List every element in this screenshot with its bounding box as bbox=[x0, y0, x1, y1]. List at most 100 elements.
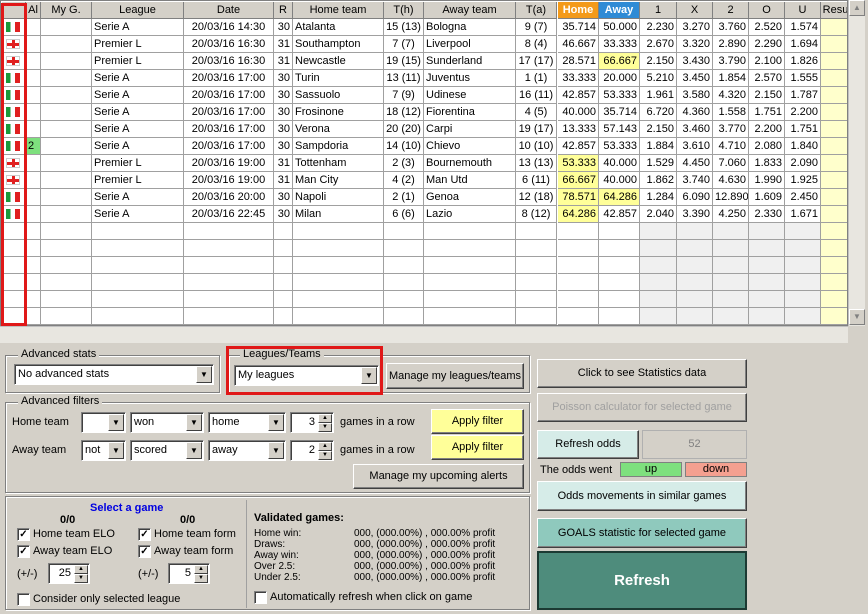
table-cell[interactable]: 19 (15) bbox=[384, 53, 424, 70]
table-cell[interactable]: 20/03/16 16:30 bbox=[184, 36, 274, 53]
flag-cell[interactable] bbox=[2, 53, 26, 70]
table-cell[interactable]: 40.000 bbox=[599, 155, 640, 172]
table-cell[interactable]: Serie A bbox=[92, 138, 184, 155]
table-cell[interactable]: 7 (9) bbox=[384, 87, 424, 104]
table-cell[interactable]: 3.770 bbox=[713, 121, 749, 138]
table-cell[interactable]: Carpi bbox=[424, 121, 516, 138]
table-cell[interactable]: 2.570 bbox=[749, 70, 785, 87]
home-what-select[interactable]: won ▼ bbox=[130, 412, 204, 433]
scroll-down-icon[interactable]: ▼ bbox=[849, 309, 865, 325]
table-cell[interactable]: 2.230 bbox=[640, 19, 677, 36]
table-cell[interactable]: Atalanta bbox=[293, 19, 384, 36]
column-header-16[interactable]: U bbox=[785, 2, 821, 19]
empty-cell[interactable] bbox=[821, 240, 847, 257]
table-cell[interactable] bbox=[26, 53, 41, 70]
empty-cell[interactable] bbox=[293, 240, 384, 257]
empty-cell[interactable] bbox=[677, 223, 713, 240]
table-cell[interactable]: 1.990 bbox=[749, 172, 785, 189]
table-cell[interactable]: 4 (2) bbox=[384, 172, 424, 189]
table-cell[interactable]: 20/03/16 17:00 bbox=[184, 87, 274, 104]
spin-up-icon[interactable]: ▲ bbox=[74, 565, 88, 574]
empty-cell[interactable] bbox=[293, 257, 384, 274]
empty-cell[interactable] bbox=[424, 257, 516, 274]
chevron-down-icon[interactable]: ▼ bbox=[186, 442, 202, 459]
empty-cell[interactable] bbox=[516, 291, 557, 308]
empty-cell[interactable] bbox=[2, 223, 26, 240]
empty-cell[interactable] bbox=[2, 274, 26, 291]
chevron-down-icon[interactable]: ▼ bbox=[361, 367, 377, 384]
table-cell[interactable]: 1.671 bbox=[785, 206, 821, 223]
table-cell[interactable]: 1.609 bbox=[749, 189, 785, 206]
odds-movements-button[interactable]: Odds movements in similar games bbox=[537, 481, 747, 511]
empty-cell[interactable] bbox=[384, 308, 424, 325]
matches-grid[interactable]: Al My G. League Date R Home team T(h) Away team… bbox=[0, 0, 848, 326]
table-cell[interactable]: 7.060 bbox=[713, 155, 749, 172]
empty-cell[interactable] bbox=[677, 257, 713, 274]
table-cell[interactable] bbox=[821, 104, 847, 121]
table-cell[interactable]: 18 (12) bbox=[384, 104, 424, 121]
table-cell[interactable]: 2.330 bbox=[749, 206, 785, 223]
advanced-stats-select[interactable]: No advanced stats ▼ bbox=[14, 364, 214, 385]
table-cell[interactable]: 2.090 bbox=[785, 155, 821, 172]
table-cell[interactable] bbox=[41, 121, 92, 138]
table-cell[interactable]: 33.333 bbox=[599, 36, 640, 53]
leagues-select[interactable]: My leagues ▼ bbox=[234, 365, 379, 386]
flag-cell[interactable] bbox=[2, 206, 26, 223]
empty-cell[interactable] bbox=[516, 240, 557, 257]
empty-cell[interactable] bbox=[26, 240, 41, 257]
table-cell[interactable]: 30 bbox=[274, 206, 293, 223]
empty-cell[interactable] bbox=[384, 291, 424, 308]
empty-cell[interactable] bbox=[2, 240, 26, 257]
table-cell[interactable]: Milan bbox=[293, 206, 384, 223]
table-cell[interactable]: 8 (4) bbox=[516, 36, 557, 53]
empty-cell[interactable] bbox=[516, 223, 557, 240]
empty-cell[interactable] bbox=[92, 223, 184, 240]
empty-cell[interactable] bbox=[424, 223, 516, 240]
table-cell[interactable]: 30 bbox=[274, 138, 293, 155]
table-cell[interactable]: 1.961 bbox=[640, 87, 677, 104]
table-cell[interactable]: 20 (20) bbox=[384, 121, 424, 138]
table-cell[interactable]: 46.667 bbox=[558, 36, 599, 53]
empty-cell[interactable] bbox=[713, 223, 749, 240]
table-cell[interactable]: Tottenham bbox=[293, 155, 384, 172]
table-cell[interactable]: 1.833 bbox=[749, 155, 785, 172]
table-cell[interactable]: 35.714 bbox=[558, 19, 599, 36]
table-cell[interactable]: Frosinone bbox=[293, 104, 384, 121]
table-cell[interactable] bbox=[26, 87, 41, 104]
table-cell[interactable]: 5.210 bbox=[640, 70, 677, 87]
table-cell[interactable]: Serie A bbox=[92, 189, 184, 206]
table-cell[interactable]: 1.751 bbox=[785, 121, 821, 138]
empty-cell[interactable] bbox=[41, 308, 92, 325]
empty-cell[interactable] bbox=[785, 308, 821, 325]
table-cell[interactable]: 1.529 bbox=[640, 155, 677, 172]
table-cell[interactable]: 30 bbox=[274, 189, 293, 206]
empty-cell[interactable] bbox=[640, 223, 677, 240]
table-cell[interactable]: 2.100 bbox=[749, 53, 785, 70]
empty-cell[interactable] bbox=[184, 240, 274, 257]
table-cell[interactable] bbox=[41, 104, 92, 121]
empty-cell[interactable] bbox=[749, 257, 785, 274]
flag-cell[interactable] bbox=[2, 70, 26, 87]
flag-cell[interactable] bbox=[2, 138, 26, 155]
empty-cell[interactable] bbox=[599, 308, 640, 325]
table-cell[interactable]: 6 (6) bbox=[384, 206, 424, 223]
empty-cell[interactable] bbox=[293, 308, 384, 325]
table-cell[interactable]: 42.857 bbox=[599, 206, 640, 223]
table-cell[interactable]: 2.150 bbox=[640, 53, 677, 70]
empty-cell[interactable] bbox=[26, 223, 41, 240]
table-cell[interactable]: Juventus bbox=[424, 70, 516, 87]
empty-cell[interactable] bbox=[516, 308, 557, 325]
empty-cell[interactable] bbox=[293, 291, 384, 308]
chevron-down-icon[interactable]: ▼ bbox=[186, 414, 202, 431]
table-cell[interactable] bbox=[41, 36, 92, 53]
table-cell[interactable]: Premier L bbox=[92, 53, 184, 70]
empty-cell[interactable] bbox=[424, 240, 516, 257]
table-cell[interactable] bbox=[821, 155, 847, 172]
table-cell[interactable]: 20/03/16 19:00 bbox=[184, 172, 274, 189]
table-cell[interactable] bbox=[26, 155, 41, 172]
empty-cell[interactable] bbox=[424, 291, 516, 308]
flag-cell[interactable] bbox=[2, 87, 26, 104]
table-cell[interactable] bbox=[41, 87, 92, 104]
empty-cell[interactable] bbox=[677, 291, 713, 308]
apply-away-filter-button[interactable]: Apply filter bbox=[431, 435, 524, 460]
